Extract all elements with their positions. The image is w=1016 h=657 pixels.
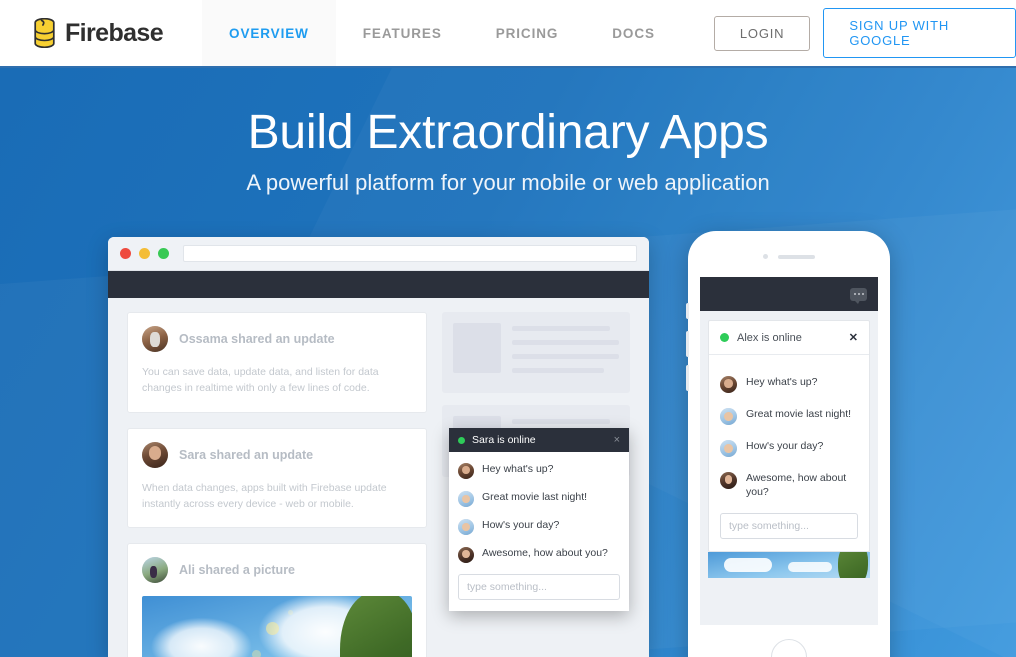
chat-message-text: How's your day? (482, 519, 560, 531)
placeholder-card (442, 312, 630, 393)
online-status-icon (458, 436, 465, 444)
chat-message-text: Awesome, how about you? (746, 472, 847, 499)
nav-item-docs[interactable]: DOCS (585, 0, 682, 66)
chat-message-text: Great movie last night! (482, 491, 588, 503)
chat-message: How's your day? (458, 518, 620, 535)
phone-volume-up-button[interactable] (686, 331, 689, 357)
app-topbar (108, 271, 649, 298)
feed-card-title: Ossama shared an update (179, 332, 335, 346)
brand-logo[interactable]: Firebase (0, 0, 183, 66)
feed-card-text: You can save data, update data, and list… (142, 366, 379, 395)
avatar-alex (720, 440, 737, 457)
phone-chat-input[interactable]: type something... (720, 513, 858, 540)
header-actions: LOGIN SIGN UP WITH GOOGLE (713, 0, 1016, 66)
phone-screen: Alex is online ✕ Hey what's up? Great mo… (700, 277, 878, 625)
nav-item-overview[interactable]: OVERVIEW (202, 0, 336, 66)
phone-mute-button[interactable] (686, 303, 689, 319)
phone-chat-messages: Hey what's up? Great movie last night! H… (709, 355, 869, 551)
avatar-sara (720, 472, 737, 489)
url-input[interactable] (183, 245, 637, 262)
avatar-ali (142, 557, 168, 584)
login-button[interactable]: LOGIN (713, 15, 811, 51)
desktop-chat-input[interactable]: type something... (458, 574, 620, 600)
phone-speaker (688, 254, 890, 259)
chat-message-text: Awesome, how about you? (482, 547, 608, 559)
feed-card: Sara shared an update When data changes,… (127, 427, 427, 529)
avatar-ossama (142, 326, 168, 352)
phone-app-topbar (700, 277, 878, 311)
site-header: Firebase OVERVIEW FEATURES PRICING DOCS … (0, 0, 1016, 68)
desktop-chat-header: Sara is online × (449, 428, 629, 452)
browser-titlebar (108, 237, 649, 271)
avatar-sara (458, 463, 474, 479)
phone-camera-icon (763, 254, 768, 259)
phone-chat-widget: Alex is online ✕ Hey what's up? Great mo… (708, 320, 870, 553)
chat-message: Hey what's up? (720, 375, 858, 393)
feed-card-title: Sara shared an update (179, 447, 314, 462)
chat-message: Awesome, how about you? (458, 546, 620, 563)
close-icon[interactable]: × (614, 434, 620, 446)
feed-card: Ossama shared an update You can save dat… (127, 312, 427, 413)
feed-card: Ali shared a picture (127, 543, 427, 657)
phone-chat-header: Alex is online ✕ (709, 321, 869, 355)
avatar-alex (720, 408, 737, 425)
desktop-chat-status: Sara is online (472, 434, 536, 446)
chat-message-text: Hey what's up? (482, 463, 554, 475)
close-icon[interactable]: ✕ (849, 331, 858, 344)
chat-message: Hey what's up? (458, 462, 620, 479)
phone-feed-photo (708, 552, 870, 579)
phone-chat-status: Alex is online (737, 331, 802, 344)
desktop-chat-messages: Hey what's up? Great movie last night! H… (449, 452, 629, 611)
feed-card-photo (142, 596, 412, 657)
feed-column: Ossama shared an update You can save dat… (127, 312, 427, 657)
avatar-sara (720, 376, 737, 393)
signup-with-google-button[interactable]: SIGN UP WITH GOOGLE (823, 8, 1016, 58)
firebase-database-icon (33, 17, 56, 49)
phone-earpiece (778, 254, 815, 259)
phone-volume-down-button[interactable] (686, 365, 689, 391)
hero-section: Build Extraordinary Apps A powerful plat… (0, 68, 1016, 657)
avatar-alex (458, 491, 474, 507)
minimize-dot-icon[interactable] (139, 248, 150, 259)
page-title: Build Extraordinary Apps (247, 106, 769, 159)
chat-message: How's your day? (720, 439, 858, 457)
desktop-chat-widget: Sara is online × Hey what's up? Great mo… (449, 428, 629, 611)
avatar-sara (142, 441, 168, 468)
placeholder-thumbnail (453, 323, 501, 373)
feed-card-text: When data changes, apps built with Fireb… (142, 481, 387, 510)
window-controls (120, 248, 169, 259)
nav-item-features[interactable]: FEATURES (336, 0, 469, 66)
page-subtitle: A powerful platform for your mobile or w… (246, 170, 770, 195)
chat-message-text: Hey what's up? (746, 376, 818, 388)
close-dot-icon[interactable] (120, 248, 131, 259)
main-nav: OVERVIEW FEATURES PRICING DOCS (202, 0, 682, 66)
avatar-alex (458, 519, 474, 535)
online-status-icon (720, 333, 729, 342)
phone-home-button[interactable] (771, 639, 807, 657)
phone-mockup: Alex is online ✕ Hey what's up? Great mo… (686, 231, 890, 657)
nav-item-pricing[interactable]: PRICING (469, 0, 586, 66)
feed-card-title: Ali shared a picture (179, 563, 296, 578)
chat-message: Awesome, how about you? (720, 471, 858, 499)
maximize-dot-icon[interactable] (158, 248, 169, 259)
chat-message: Great movie last night! (458, 490, 620, 507)
avatar-sara (458, 547, 474, 563)
chat-message-text: How's your day? (746, 440, 824, 452)
chat-message: Great movie last night! (720, 407, 858, 425)
brand-name: Firebase (65, 18, 164, 47)
chat-bubble-icon[interactable] (850, 287, 867, 304)
chat-message-text: Great movie last night! (746, 408, 852, 420)
browser-mockup: Ossama shared an update You can save dat… (108, 237, 649, 657)
